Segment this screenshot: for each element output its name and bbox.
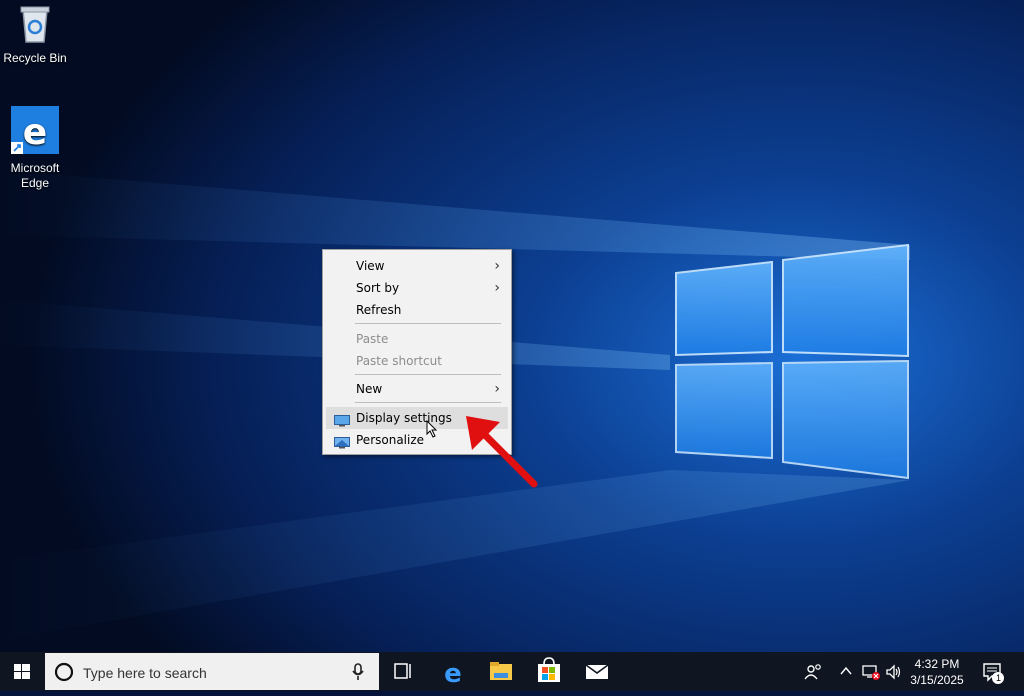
menu-item-refresh[interactable]: Refresh (326, 299, 508, 321)
menu-item-view[interactable]: View › (326, 255, 508, 277)
taskbar-search-box[interactable]: Type here to search (45, 653, 379, 690)
chevron-right-icon: › (494, 258, 500, 274)
edge-icon: e (444, 659, 462, 689)
recycle-bin-graphic (0, 4, 70, 48)
chevron-right-icon: › (494, 280, 500, 296)
menu-item-label: Paste (356, 332, 389, 346)
personalize-icon (334, 434, 350, 456)
taskbar-store-button[interactable] (526, 652, 572, 691)
chevron-up-icon[interactable] (839, 665, 853, 677)
menu-item-label: Personalize (356, 433, 425, 447)
network-disconnected-icon[interactable] (861, 663, 881, 681)
desktop-wallpaper[interactable]: IT Pro (0, 0, 1024, 691)
microphone-icon[interactable] (351, 663, 365, 681)
file-explorer-icon (490, 662, 512, 680)
taskbar-edge-button[interactable]: e (430, 652, 476, 691)
search-placeholder: Type here to search (83, 665, 207, 681)
menu-item-label: Sort by (356, 281, 400, 295)
clock-date: 3/15/2025 (910, 673, 964, 687)
menu-item-new[interactable]: New › (326, 378, 508, 400)
menu-item-sort-by[interactable]: Sort by › (326, 277, 508, 299)
svg-text:e: e (23, 112, 47, 153)
notification-icon (983, 663, 1004, 684)
clock-time: 4:32 PM (914, 657, 960, 671)
people-icon[interactable] (803, 662, 823, 682)
menu-separator (355, 323, 501, 324)
menu-item-paste-shortcut[interactable]: Paste shortcut (326, 350, 508, 372)
taskbar-file-explorer-button[interactable] (478, 652, 524, 691)
microsoft-edge-icon[interactable]: e Microsoft Edge (0, 106, 70, 191)
menu-item-label: View (356, 259, 385, 273)
menu-item-paste[interactable]: Paste (326, 328, 508, 350)
volume-icon[interactable] (885, 663, 903, 681)
red-arrow-icon (466, 416, 538, 488)
taskbar-clock[interactable]: 4:32 PM 3/15/2025 (905, 656, 969, 688)
edge-label-line1: Microsoft (10, 161, 60, 175)
taskbar-mail-button[interactable] (574, 652, 620, 691)
edge-logo-icon: e (0, 106, 70, 158)
action-center-button[interactable]: 1 (978, 652, 1008, 691)
chevron-right-icon: › (494, 381, 500, 397)
start-button[interactable] (0, 652, 44, 691)
svg-text:e: e (444, 659, 462, 689)
task-view-button[interactable] (380, 652, 426, 691)
menu-item-label: Refresh (356, 303, 402, 317)
mail-icon (585, 664, 609, 679)
menu-separator (355, 402, 501, 403)
cortana-icon (54, 662, 74, 682)
menu-item-label: Paste shortcut (356, 354, 442, 368)
menu-separator (355, 374, 501, 375)
store-icon (538, 657, 560, 682)
windows-logo-icon (14, 664, 30, 679)
edge-label-line2: Edge (20, 176, 50, 190)
mouse-cursor-icon (426, 420, 438, 438)
task-view-icon (394, 663, 411, 679)
recycle-bin-icon[interactable]: Recycle Bin (0, 4, 70, 66)
menu-item-label: New (356, 382, 383, 396)
notification-count: 1 (995, 673, 1001, 683)
taskbar: Type here to search e 4:32 PM 3/15/2025 … (0, 652, 1024, 691)
recycle-bin-label: Recycle Bin (3, 51, 67, 65)
